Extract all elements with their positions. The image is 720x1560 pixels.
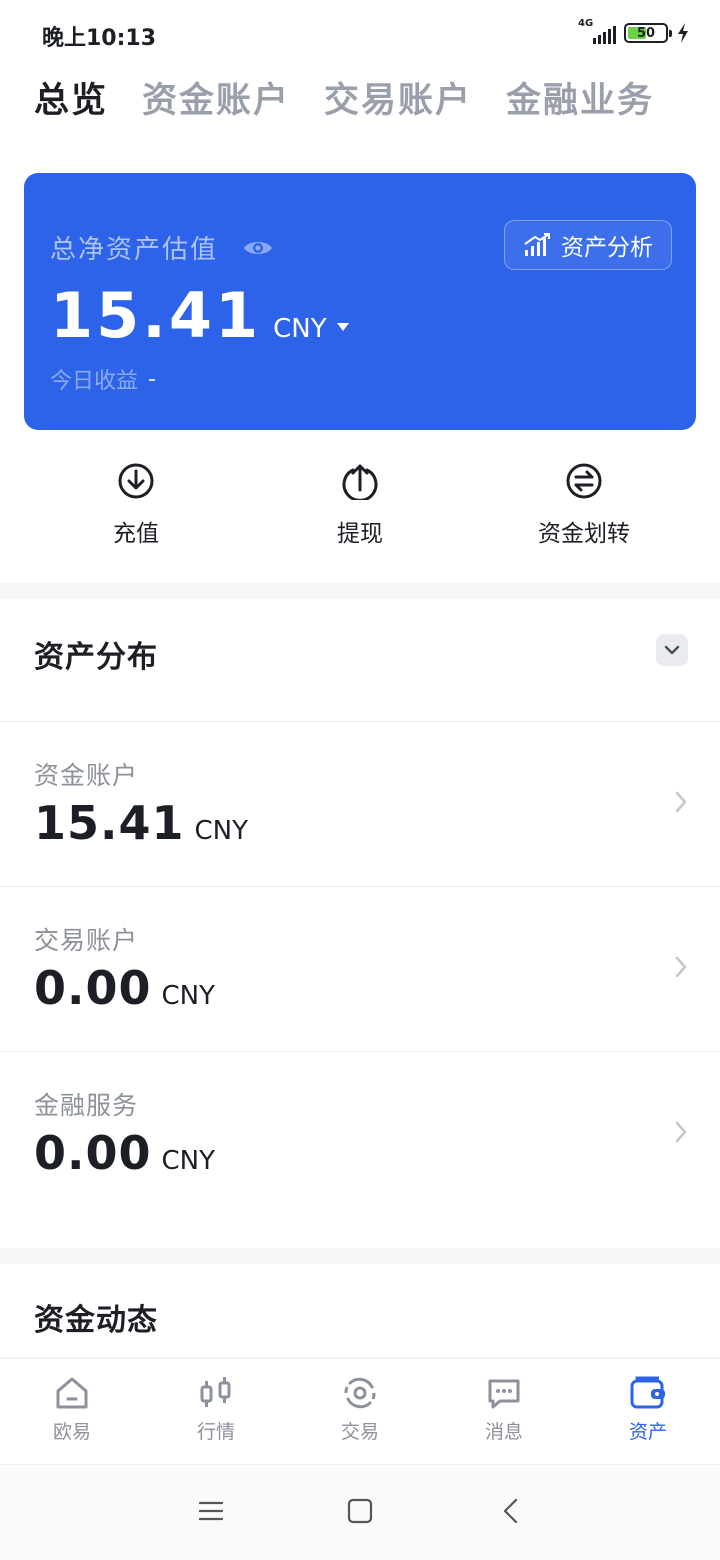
nav-item-market[interactable]: 行情 — [144, 1375, 288, 1444]
status-time: 晚上10:13 — [42, 26, 157, 51]
caret-down-icon[interactable] — [336, 323, 349, 331]
wallet-icon — [630, 1376, 665, 1409]
nav-label: 资产 — [628, 1421, 667, 1443]
tab-funding-account[interactable]: 资金账户 — [142, 72, 290, 123]
deposit-button[interactable]: 充值 — [46, 462, 226, 548]
withdraw-label: 提现 — [337, 521, 383, 547]
section-divider — [0, 583, 720, 599]
deposit-label: 充值 — [113, 521, 159, 547]
nav-label: 欧易 — [52, 1421, 91, 1443]
asset-card: 总净资产估值 资产分析 15.41 CNY 今日收益 - — [24, 173, 696, 430]
withdraw-button[interactable]: 提现 — [270, 462, 450, 548]
deposit-icon — [118, 463, 154, 499]
candlestick-icon — [200, 1377, 231, 1407]
account-currency: CNY — [161, 1146, 216, 1176]
account-currency: CNY — [161, 981, 216, 1011]
tab-trading-account[interactable]: 交易账户 — [324, 72, 472, 123]
back-icon[interactable] — [500, 1497, 522, 1525]
collapse-button[interactable] — [656, 634, 688, 666]
today-pnl-value: - — [148, 366, 156, 392]
account-name: 交易账户 — [34, 926, 139, 955]
account-amount: 0.00 — [34, 961, 152, 1015]
home-icon — [56, 1377, 88, 1409]
asset-analysis-label: 资产分析 — [561, 235, 653, 261]
nav-label: 交易 — [340, 1421, 379, 1443]
net-asset-amount: 15.41 — [50, 279, 262, 352]
nav-item-home[interactable]: 欧易 — [0, 1375, 144, 1444]
status-bar: 晚上10:13 4G 50 — [0, 0, 720, 64]
charging-icon — [678, 23, 688, 43]
transfer-icon — [566, 463, 602, 499]
chevron-right-icon — [675, 1121, 687, 1143]
quick-actions: 充值 提现 资金划转 — [0, 462, 720, 562]
home-square-icon[interactable] — [346, 1497, 374, 1525]
signal-icon: 4G — [576, 18, 616, 46]
network-type: 4G — [578, 18, 594, 29]
transfer-label: 资金划转 — [538, 521, 630, 547]
battery-level: 50 — [636, 25, 656, 41]
chevron-right-icon — [675, 791, 687, 813]
net-asset-title: 总净资产估值 — [50, 235, 219, 265]
account-currency: CNY — [194, 816, 249, 846]
fund-activity-title: 资金动态 — [34, 1303, 158, 1338]
trend-chart-icon — [524, 233, 550, 256]
transfer-button[interactable]: 资金划转 — [494, 462, 674, 548]
chevron-right-icon — [675, 956, 687, 978]
eye-icon[interactable] — [242, 237, 274, 259]
menu-icon[interactable] — [198, 1497, 224, 1525]
today-pnl-label: 今日收益 — [50, 369, 139, 394]
chevron-down-icon — [664, 645, 680, 655]
withdraw-icon — [342, 464, 378, 500]
asset-analysis-button[interactable]: 资产分析 — [504, 220, 672, 270]
status-indicators: 4G 50 — [576, 18, 690, 46]
account-row-financial[interactable]: 金融服务 0.00 CNY — [0, 1052, 720, 1216]
nav-label: 行情 — [196, 1421, 235, 1443]
tab-financial-business[interactable]: 金融业务 — [506, 72, 654, 123]
battery-icon: 50 — [624, 23, 672, 43]
trade-icon — [344, 1377, 376, 1409]
nav-item-messages[interactable]: 消息 — [432, 1375, 576, 1444]
top-tabs: 总览 资金账户 交易账户 金融业务 — [34, 72, 654, 123]
distribution-title: 资产分布 — [34, 640, 158, 675]
account-amount: 15.41 — [34, 796, 185, 850]
account-name: 资金账户 — [34, 761, 139, 790]
nav-label: 消息 — [484, 1421, 523, 1443]
account-row-funding[interactable]: 资金账户 15.41 CNY — [0, 722, 720, 886]
account-amount: 0.00 — [34, 1126, 152, 1180]
nav-item-assets[interactable]: 资产 — [576, 1375, 720, 1444]
section-divider — [0, 1248, 720, 1264]
account-row-trading[interactable]: 交易账户 0.00 CNY — [0, 887, 720, 1051]
currency-selector[interactable]: CNY — [273, 314, 327, 344]
message-icon — [488, 1379, 520, 1409]
nav-item-trade[interactable]: 交易 — [288, 1375, 432, 1444]
bottom-nav: 欧易 行情 交易 消息 资产 — [0, 1358, 720, 1464]
tab-overview[interactable]: 总览 — [34, 72, 108, 123]
account-name: 金融服务 — [34, 1091, 139, 1120]
system-nav-bar — [0, 1464, 720, 1560]
